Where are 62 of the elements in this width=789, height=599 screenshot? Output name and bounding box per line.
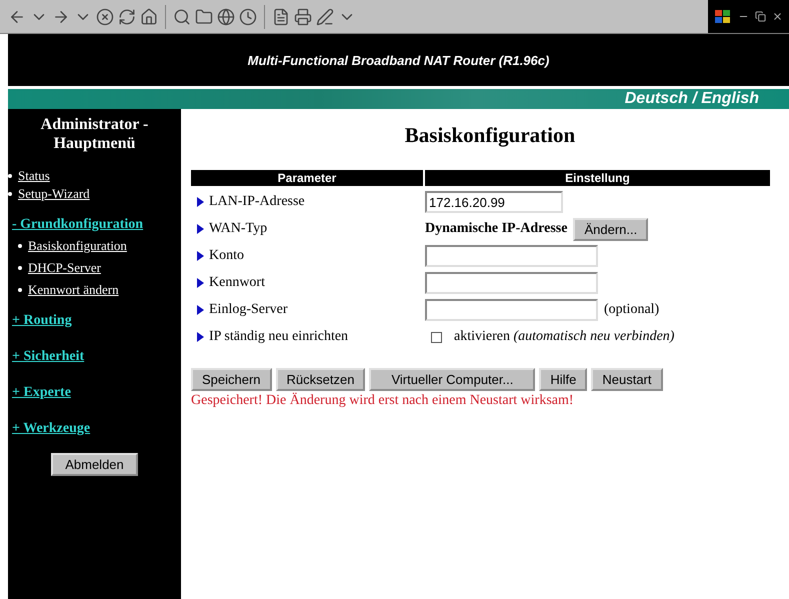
wan-type-value: Dynamische IP-Adresse <box>425 221 568 237</box>
stop-icon[interactable] <box>96 8 114 26</box>
search-icon[interactable] <box>173 8 191 26</box>
status-message: Gespeichert! Die Änderung wird erst nach einem Neustart wirksam! <box>191 393 575 409</box>
bullet-icon <box>18 266 22 270</box>
menu-link[interactable]: Setup-Wizard <box>18 185 90 203</box>
menu-link[interactable]: Status <box>18 167 50 185</box>
menu-section[interactable]: + Sicherheit <box>12 349 181 365</box>
action-button[interactable]: Neustart <box>591 368 662 391</box>
parameter-label: Einlog-Server <box>209 302 288 318</box>
document-icon[interactable] <box>272 8 290 26</box>
printer-icon[interactable] <box>294 8 312 26</box>
refresh-icon[interactable] <box>118 8 136 26</box>
pen-icon[interactable] <box>316 8 334 26</box>
action-button[interactable]: Hilfe <box>539 368 588 391</box>
router-title: Multi-Functional Broadband NAT Router (R1.96c) <box>248 52 550 68</box>
windows-logo-icon <box>714 8 732 24</box>
bullet-icon <box>8 174 12 178</box>
menu-section[interactable]: + Experte <box>12 385 181 401</box>
menu-section[interactable]: + Werkzeuge <box>12 421 181 437</box>
parameter-label: Konto <box>209 248 244 264</box>
parameter-label: LAN-IP-Adresse <box>209 194 305 210</box>
menu-section[interactable]: - Grundkonfiguration <box>12 217 181 233</box>
bullet-icon <box>18 288 22 292</box>
suffix-text: (optional) <box>604 302 660 318</box>
parameter-label: WAN-Typ <box>209 221 268 237</box>
sidebar-title: Administrator - Hauptmenü <box>40 115 150 153</box>
column-header: Parameter <box>191 170 423 186</box>
text-field[interactable] <box>425 245 598 267</box>
bullet-icon <box>18 244 22 248</box>
arrow-icon <box>197 224 204 234</box>
arrow-icon <box>197 278 204 288</box>
menu-link[interactable]: Basiskonfiguration <box>28 237 127 255</box>
text-field[interactable]: 172.16.20.99 <box>425 191 563 213</box>
parameter-label: IP ständig neu einrichten <box>209 329 348 345</box>
globe-icon[interactable] <box>217 8 235 26</box>
action-button[interactable]: Virtueller Computer... <box>369 368 536 391</box>
logout-button[interactable]: Abmelden <box>51 453 138 476</box>
page-title: Basiskonfiguration <box>404 123 576 148</box>
parameter-label: Kennwort <box>209 275 265 291</box>
text-field[interactable] <box>425 272 598 294</box>
checkbox-label: aktivieren (automatisch neu verbinden) <box>454 329 674 345</box>
arrow-icon <box>197 251 204 261</box>
restore-icon[interactable] <box>755 11 766 22</box>
action-button[interactable]: Speichern <box>191 368 272 391</box>
menu-section[interactable]: + Routing <box>12 313 181 329</box>
action-button[interactable]: Rücksetzen <box>276 368 366 391</box>
menu-link[interactable]: Kennwort ändern <box>28 281 119 299</box>
clock-icon[interactable] <box>239 8 257 26</box>
arrow-icon <box>197 332 204 342</box>
home-icon[interactable] <box>140 8 158 26</box>
language-link[interactable]: Deutsch / English <box>624 90 759 108</box>
arrow-icon <box>197 197 204 207</box>
bullet-icon <box>8 192 12 196</box>
checkbox[interactable] <box>431 332 442 342</box>
change-button[interactable]: Ändern... <box>573 218 648 240</box>
text-field[interactable] <box>425 299 598 321</box>
menu-link[interactable]: DHCP-Server <box>28 259 101 277</box>
column-header: Einstellung <box>425 170 770 186</box>
arrow-icon <box>197 305 204 315</box>
close-icon[interactable] <box>772 11 783 22</box>
folder-icon[interactable] <box>195 8 213 26</box>
